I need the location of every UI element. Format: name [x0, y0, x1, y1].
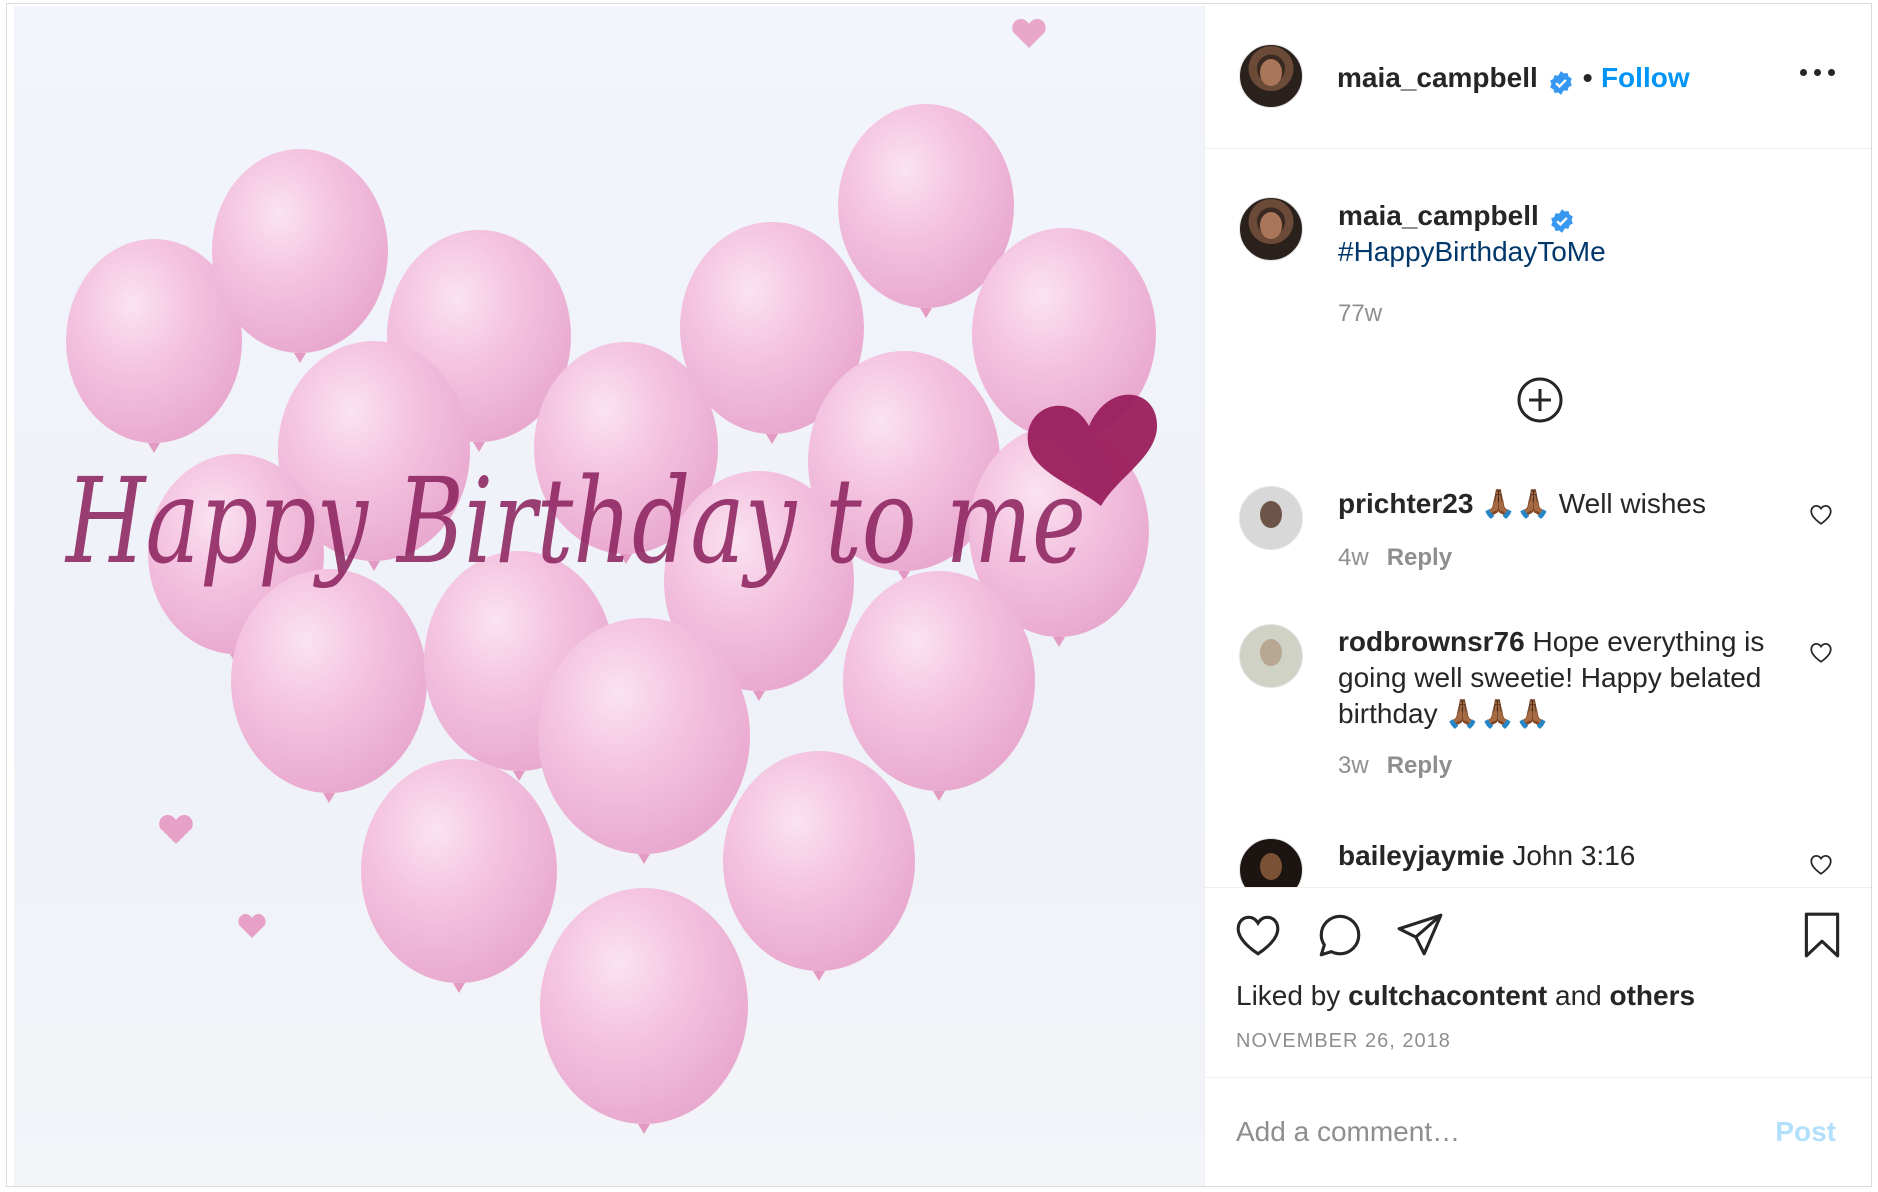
like-comment-heart-icon[interactable]: [1808, 502, 1834, 526]
balloon-knot: [753, 691, 765, 701]
post-image[interactable]: Happy Birthday to me: [14, 6, 1204, 1186]
avatar[interactable]: [1239, 44, 1303, 108]
verified-badge-icon: [1551, 208, 1574, 233]
liked-by-user[interactable]: cultchacontent: [1348, 980, 1547, 1011]
likes-prefix: Liked by: [1236, 980, 1341, 1011]
balloon-knot: [1053, 637, 1065, 647]
balloon-shape: [212, 149, 388, 353]
balloon-shape: [361, 759, 557, 983]
likes-summary: Liked by cultchacontent and others: [1236, 980, 1695, 1012]
avatar[interactable]: [1239, 624, 1303, 688]
balloon-knot: [638, 854, 650, 864]
post-header: maia_campbell • Follow: [1205, 4, 1871, 149]
save-bookmark-icon[interactable]: [1797, 908, 1847, 962]
small-heart-bottom: [238, 914, 266, 938]
comments-list[interactable]: maia_campbell #HappyBirthdayToMe 77w pri…: [1205, 150, 1871, 887]
balloon-knot: [294, 353, 306, 363]
post-actions: Liked by cultchacontent and others NOVEM…: [1205, 887, 1871, 1077]
balloon-heart-illustration: Happy Birthday to me: [64, 18, 1158, 1134]
like-comment-heart-icon[interactable]: [1808, 852, 1834, 876]
comment-bubble-icon[interactable]: [1315, 910, 1365, 960]
header-username[interactable]: maia_campbell: [1337, 62, 1538, 93]
post-dialog: Happy Birthday to me maia_campbell • Fol…: [6, 3, 1872, 1187]
liked-by-others[interactable]: others: [1610, 980, 1696, 1011]
balloon-knot: [920, 308, 932, 318]
caption-username[interactable]: maia_campbell: [1338, 200, 1539, 231]
comment-username[interactable]: prichter23: [1338, 488, 1473, 519]
post-date[interactable]: NOVEMBER 26, 2018: [1236, 1030, 1451, 1053]
balloon-knot: [933, 791, 945, 801]
load-more-comments-icon[interactable]: [1516, 376, 1564, 424]
balloon-shape: [723, 751, 915, 971]
comment-text: John 3:16: [1512, 840, 1636, 871]
comment-input[interactable]: [1236, 1108, 1736, 1156]
post-comment-button[interactable]: Post: [1775, 1116, 1836, 1148]
like-comment-heart-icon[interactable]: [1808, 640, 1834, 664]
balloon-knot: [638, 1124, 650, 1134]
balloon-shape: [540, 888, 748, 1124]
share-send-icon[interactable]: [1395, 910, 1445, 960]
follow-button[interactable]: Follow: [1601, 62, 1690, 93]
avatar[interactable]: [1239, 486, 1303, 550]
header-separator: •: [1582, 62, 1593, 93]
reply-button[interactable]: Reply: [1387, 544, 1452, 571]
balloon-shape: [231, 569, 427, 793]
like-heart-icon[interactable]: [1233, 910, 1283, 960]
more-options-icon[interactable]: [1800, 66, 1836, 78]
add-comment-bar: Post: [1205, 1077, 1871, 1186]
verified-badge-icon: [1550, 70, 1573, 95]
balloon-knot: [473, 442, 485, 452]
balloon-shape: [843, 571, 1035, 791]
balloon-shape: [538, 618, 750, 854]
reply-button[interactable]: Reply: [1387, 752, 1452, 779]
small-heart-top: [1012, 18, 1046, 48]
avatar[interactable]: [1239, 197, 1303, 261]
comment-username[interactable]: baileyjaymie: [1338, 840, 1505, 871]
comment-age: 3w: [1338, 752, 1369, 779]
likes-connector: and: [1555, 980, 1602, 1011]
comment-username[interactable]: rodbrownsr76: [1338, 626, 1525, 657]
post-side-panel: maia_campbell • Follow maia_campbell #Ha…: [1204, 4, 1871, 1186]
comment-age: 4w: [1338, 544, 1369, 571]
avatar[interactable]: [1239, 838, 1303, 887]
caption-hashtag[interactable]: #HappyBirthdayToMe: [1338, 236, 1606, 268]
small-heart-left: [159, 814, 193, 844]
balloon-knot: [813, 971, 825, 981]
birthday-overlay-text: Happy Birthday to me: [64, 452, 1086, 590]
caption-age: 77w: [1338, 300, 1383, 327]
balloon-knot: [766, 434, 778, 444]
balloon-knot: [323, 793, 335, 803]
comment-text: 🙏🏾🙏🏾 Well wishes: [1481, 488, 1706, 519]
balloon-knot: [453, 983, 465, 993]
